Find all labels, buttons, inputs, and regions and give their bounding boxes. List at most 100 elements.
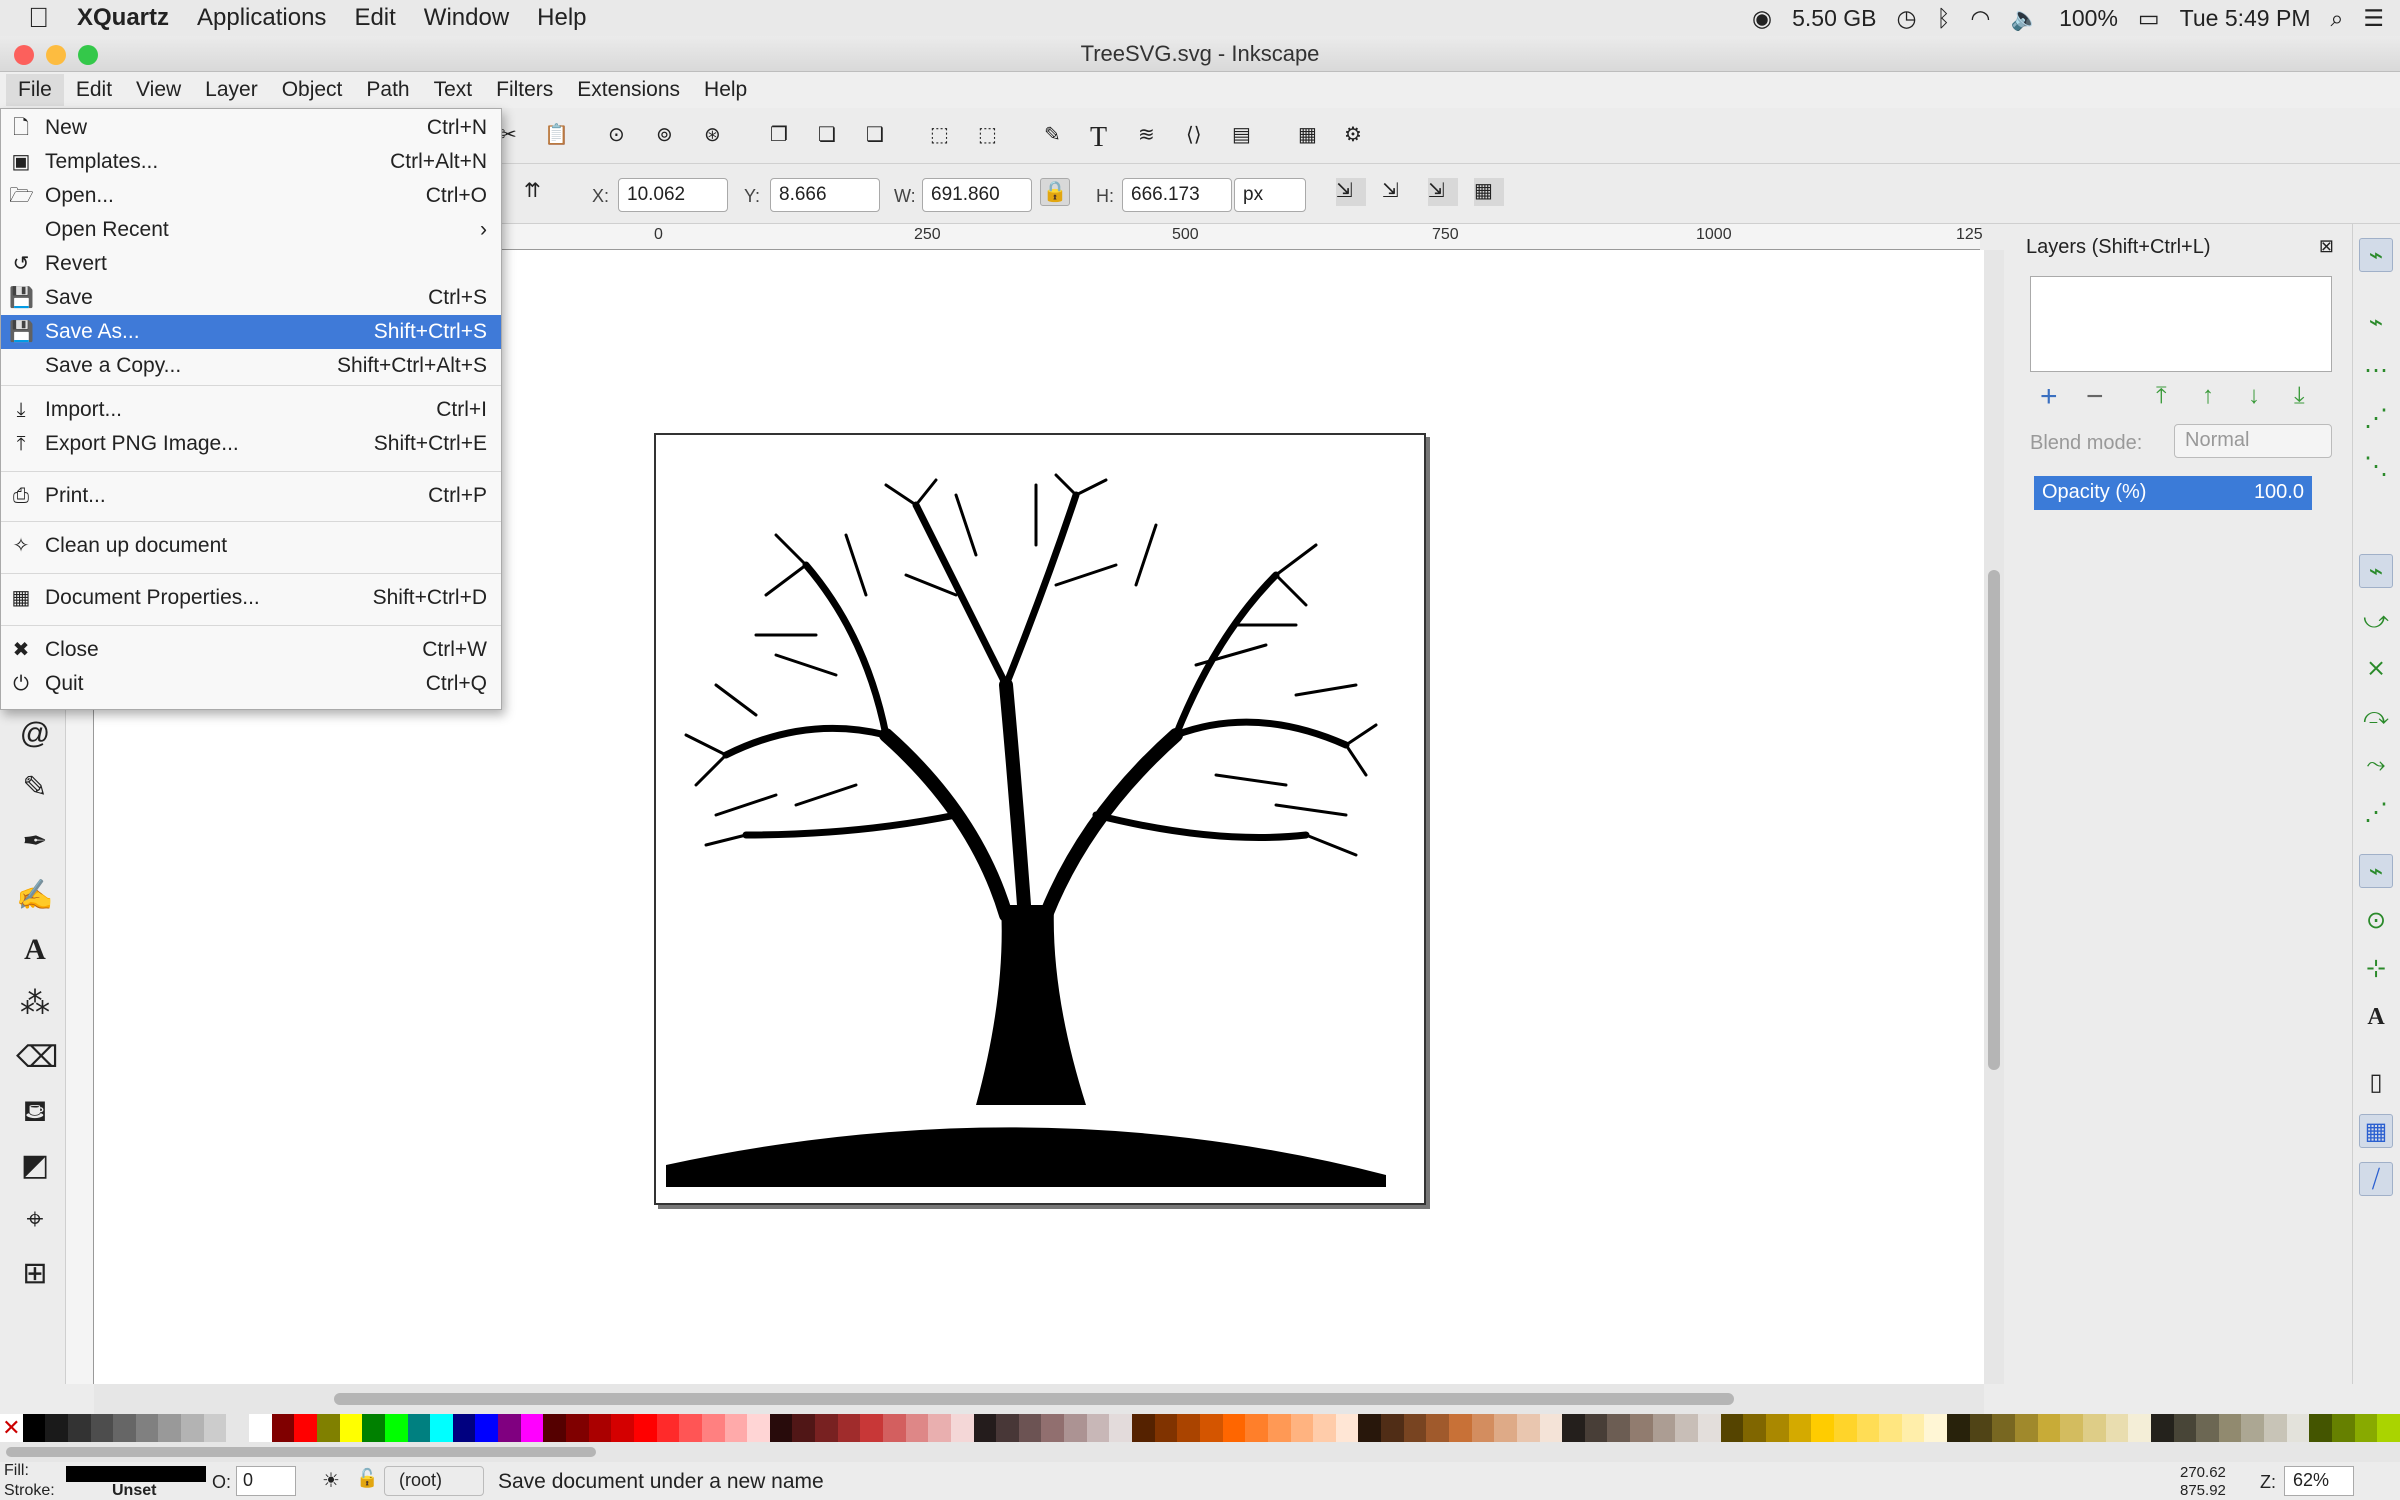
color-swatch[interactable] <box>2377 1414 2400 1442</box>
color-swatch[interactable] <box>1562 1414 1585 1442</box>
preferences-icon[interactable]: ⚙ <box>1344 122 1374 150</box>
duplicate-icon[interactable]: ❐ <box>770 122 800 150</box>
color-swatch[interactable] <box>1539 1414 1563 1442</box>
pen-tool-icon[interactable]: ✒ <box>16 824 54 860</box>
y-input[interactable]: 8.666 <box>770 178 880 212</box>
menu-path[interactable]: Path <box>354 74 421 106</box>
color-swatch[interactable] <box>1041 1414 1065 1442</box>
color-swatch[interactable] <box>1584 1414 1608 1442</box>
volume-icon[interactable]: 🔈 <box>2010 5 2039 32</box>
color-swatch[interactable] <box>1132 1414 1155 1442</box>
vertical-scroll-thumb[interactable] <box>1988 570 2000 1070</box>
color-swatch[interactable] <box>2264 1414 2287 1442</box>
menu-edit[interactable]: Edit <box>64 74 124 106</box>
snap-bbox-edges-icon[interactable]: ⋯ <box>2359 354 2393 388</box>
color-swatch[interactable] <box>2060 1414 2083 1442</box>
eraser-tool-icon[interactable]: ⌫ <box>16 1040 58 1076</box>
menu-layer[interactable]: Layer <box>193 74 270 106</box>
layers-list[interactable] <box>2030 276 2332 372</box>
snap-guides-icon[interactable]: ⧸ <box>2359 1162 2393 1196</box>
menu-extensions[interactable]: Extensions <box>565 74 692 106</box>
file-menu-item-save-a-copy[interactable]: Save a Copy... Shift+Ctrl+Alt+S <box>1 349 501 383</box>
snap-text-baseline-icon[interactable]: A <box>2359 1000 2393 1034</box>
palette-scrollbar[interactable] <box>0 1442 2400 1462</box>
snap-centers-icon[interactable]: ⊙ <box>2359 904 2393 938</box>
file-menu-item-import[interactable]: ⤓ Import... Ctrl+I <box>1 393 501 427</box>
color-swatch[interactable] <box>1313 1414 1336 1442</box>
file-menu-item-clean-up-document[interactable]: ✧ Clean up document <box>1 529 501 563</box>
cut-icon[interactable]: ✂ <box>500 122 530 150</box>
color-swatch[interactable] <box>996 1414 1019 1442</box>
color-swatch[interactable] <box>747 1414 770 1442</box>
color-swatch[interactable] <box>2196 1414 2219 1442</box>
color-swatch[interactable] <box>339 1414 363 1442</box>
snap-midpoints-icon[interactable]: ⋰ <box>2359 796 2393 830</box>
opacity-status-input[interactable]: 0 <box>236 1466 296 1496</box>
snap-intersections-icon[interactable]: ⨯ <box>2359 652 2393 686</box>
connector-tool-icon[interactable]: ⊞ <box>16 1256 54 1292</box>
color-swatch[interactable] <box>2128 1414 2151 1442</box>
menu-file[interactable]: File <box>6 74 64 106</box>
unlink-clone-icon[interactable]: ❑ <box>866 122 896 150</box>
color-swatch[interactable] <box>1109 1414 1133 1442</box>
color-swatch[interactable] <box>860 1414 883 1442</box>
color-swatch[interactable] <box>2331 1414 2355 1442</box>
battery-icon[interactable]: ▭ <box>2138 5 2160 32</box>
opacity-value[interactable]: 100.0 <box>2254 481 2304 504</box>
color-swatch[interactable] <box>67 1414 91 1442</box>
text-tool-icon[interactable]: A <box>16 932 54 968</box>
menu-text[interactable]: Text <box>422 74 485 106</box>
horizontal-scroll-thumb[interactable] <box>334 1393 1734 1405</box>
snap-smooth-nodes-icon[interactable]: ⤳ <box>2359 748 2393 782</box>
menu-object[interactable]: Object <box>270 74 355 106</box>
zoom-selection-icon[interactable]: ⊙ <box>608 122 638 150</box>
file-menu-item-close[interactable]: ✖ Close Ctrl+W <box>1 633 501 667</box>
color-swatch[interactable] <box>2105 1414 2129 1442</box>
snap-enable-icon[interactable]: ⌁ <box>2359 238 2393 272</box>
file-menu-item-save[interactable]: 💾 Save Ctrl+S <box>1 281 501 315</box>
color-swatch[interactable] <box>226 1414 250 1442</box>
color-swatch[interactable] <box>1199 1414 1223 1442</box>
color-swatch[interactable] <box>1765 1414 1789 1442</box>
color-swatch[interactable] <box>1969 1414 1993 1442</box>
color-swatch[interactable] <box>498 1414 521 1442</box>
color-swatch[interactable] <box>249 1414 272 1442</box>
transform-gradients-icon[interactable]: ⇲ <box>1428 178 1458 206</box>
color-swatch[interactable] <box>566 1414 589 1442</box>
color-swatch[interactable] <box>1698 1414 1721 1442</box>
bluetooth-icon[interactable]: ᛒ <box>1937 5 1951 32</box>
x-input[interactable]: 10.062 <box>618 178 728 212</box>
color-swatch[interactable] <box>316 1414 340 1442</box>
color-swatch[interactable] <box>656 1414 680 1442</box>
dropper-tool-icon[interactable]: ⌖ <box>16 1202 54 1238</box>
color-swatch[interactable] <box>2150 1414 2174 1442</box>
mac-menu-window[interactable]: Window <box>424 4 509 32</box>
file-menu-item-templates[interactable]: ▣ Templates... Ctrl+Alt+N <box>1 145 501 179</box>
apple-icon[interactable]:  <box>28 2 49 34</box>
file-menu-item-open-recent[interactable]: Open Recent › <box>1 213 501 247</box>
color-swatch[interactable] <box>611 1414 634 1442</box>
color-swatch[interactable] <box>2354 1414 2378 1442</box>
color-swatch[interactable] <box>1471 1414 1495 1442</box>
calligraphy-tool-icon[interactable]: ✍ <box>16 878 54 914</box>
battery-status[interactable]: 100% <box>2059 5 2118 32</box>
color-swatch[interactable] <box>1494 1414 1517 1442</box>
remove-layer-icon[interactable]: − <box>2086 380 2104 414</box>
snap-nodes-icon[interactable]: ⌁ <box>2359 554 2393 588</box>
clone-icon[interactable]: ❏ <box>818 122 848 150</box>
stroke-value[interactable]: Unset <box>112 1482 156 1500</box>
color-swatch[interactable] <box>1403 1414 1427 1442</box>
color-swatch[interactable] <box>1607 1414 1631 1442</box>
h-input[interactable]: 666.173 <box>1122 178 1232 212</box>
opacity-slider[interactable]: Opacity (%) 100.0 <box>2034 476 2312 510</box>
lower-layer-bottom-icon[interactable]: ⤓ <box>2294 382 2305 410</box>
color-swatch[interactable] <box>1743 1414 1766 1442</box>
spray-tool-icon[interactable]: ⁂ <box>16 986 54 1022</box>
color-swatch[interactable] <box>1652 1414 1676 1442</box>
toggle-lock-icon[interactable]: 🔓 <box>356 1468 378 1489</box>
unit-select[interactable]: px <box>1234 178 1306 212</box>
wifi-icon[interactable]: ◠ <box>1970 5 1990 32</box>
color-swatch[interactable] <box>1086 1414 1110 1442</box>
color-swatch[interactable] <box>1358 1414 1382 1442</box>
vertical-scrollbar[interactable] <box>1984 250 2004 1384</box>
